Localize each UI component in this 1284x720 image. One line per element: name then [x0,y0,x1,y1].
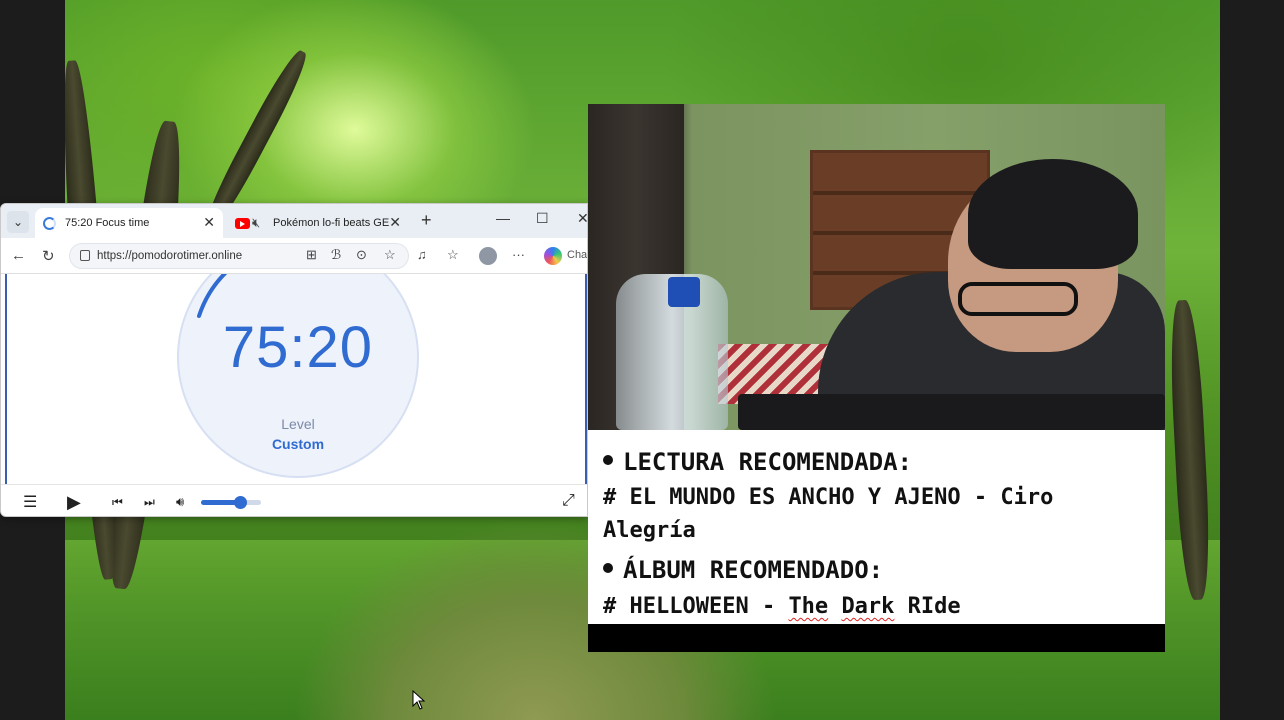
volume-slider[interactable] [201,496,261,509]
tab-title: Pokémon lo-fi beats GEN [273,217,389,229]
tab-focus-time[interactable]: 75:20 Focus time ✕ [35,208,223,238]
level-label: Level [281,416,315,432]
profile-avatar[interactable] [479,247,497,265]
menu-icon[interactable]: ☰ [23,492,37,512]
album-heading-line: ÁLBUM RECOMENDADO: [603,556,883,584]
next-track-icon[interactable]: ⏭︎ [144,495,155,510]
timer-display: 75:20 [222,315,374,380]
copilot-icon[interactable] [544,247,562,265]
album-heading: ÁLBUM RECOMENDADO: [623,556,884,584]
close-icon[interactable]: ✕ [389,214,401,231]
volume-icon[interactable]: 🔊︎ [176,494,184,510]
close-window-button[interactable]: ✕ [577,210,587,227]
favorite-star-icon[interactable]: ☆ [384,247,396,263]
bottle-cap [668,277,700,307]
more-menu-icon[interactable]: ··· [512,247,525,262]
tab-strip: ⌄ 75:20 Focus time ✕ 🔇︎ Pokémon lo-fi be… [1,204,587,238]
bullet-icon [603,563,613,573]
mouse-cursor-icon [412,690,426,710]
person-hat [968,159,1138,269]
album-prefix: # HELLOWEEN - [603,594,789,619]
reading-title-line1: # EL MUNDO ES ANCHO Y AJENO - Ciro [603,485,1054,510]
loading-spinner-icon [43,217,56,230]
new-tab-button[interactable]: + [421,210,432,231]
youtube-icon [235,218,250,229]
person-glasses [958,282,1078,316]
album-title-line: # HELLOWEEN - The Dark RIde [603,594,961,619]
chat-label[interactable]: Chat [567,249,587,261]
close-icon[interactable]: ✕ [203,214,215,231]
read-aloud-icon[interactable]: ℬ [331,247,341,263]
more-tools-icon[interactable]: ⊙ [356,247,367,263]
level-value[interactable]: Custom [177,436,419,452]
right-dark-bar [1220,0,1284,720]
browser-toolbar: ← ↻ https://pomodorotimer.online ⊞ ℬ ⊙ ☆… [1,238,587,274]
bullet-icon [603,455,613,465]
favorites-icon[interactable]: ☆ [447,247,459,263]
reading-title-line2: Alegría [603,518,696,543]
recommendations-panel: LECTURA RECOMENDADA: # EL MUNDO ES ANCHO… [588,430,1165,624]
notes-black-bar [588,624,1165,652]
tab-actions-button[interactable]: ⌄ [7,211,29,233]
split-screen-icon[interactable]: ⊞ [306,247,317,263]
speaker-muted-icon[interactable]: 🔇︎ [252,215,260,231]
album-word-ride: RIde [907,594,961,619]
browser-window: ⌄ 75:20 Focus time ✕ 🔇︎ Pokémon lo-fi be… [0,203,588,517]
refresh-icon[interactable]: ↻ [42,247,55,265]
back-arrow-icon[interactable]: ← [11,247,26,264]
tab-title: 75:20 Focus time [65,217,150,229]
laptop [738,394,1165,430]
webcam-feed [588,104,1165,430]
url-text: https://pomodorotimer.online [97,250,243,262]
tab-pokemon-lofi[interactable]: 🔇︎ Pokémon lo-fi beats GEN ✕ [227,208,409,238]
minimize-button[interactable]: — [496,210,510,226]
volume-knob[interactable] [234,496,247,509]
album-word-the: The [788,594,829,619]
play-icon[interactable]: ▶ [67,492,81,513]
maximize-button[interactable]: ☐ [536,210,549,227]
reading-heading: LECTURA RECOMENDADA: [623,448,912,476]
previous-track-icon[interactable]: ⏮︎ [112,495,123,510]
lock-icon [80,250,90,261]
fullscreen-icon[interactable]: ⤢ [562,492,575,510]
media-control-icon[interactable]: ♫ [417,247,427,262]
reading-heading-line: LECTURA RECOMENDADA: [603,448,912,476]
album-word-dark: Dark [841,594,895,619]
pomodoro-page: 75:20 Level Custom [5,274,587,484]
media-player-bar: ☰ ▶ ⏮︎ ⏭︎ 🔊︎ ⤢ [1,484,587,516]
